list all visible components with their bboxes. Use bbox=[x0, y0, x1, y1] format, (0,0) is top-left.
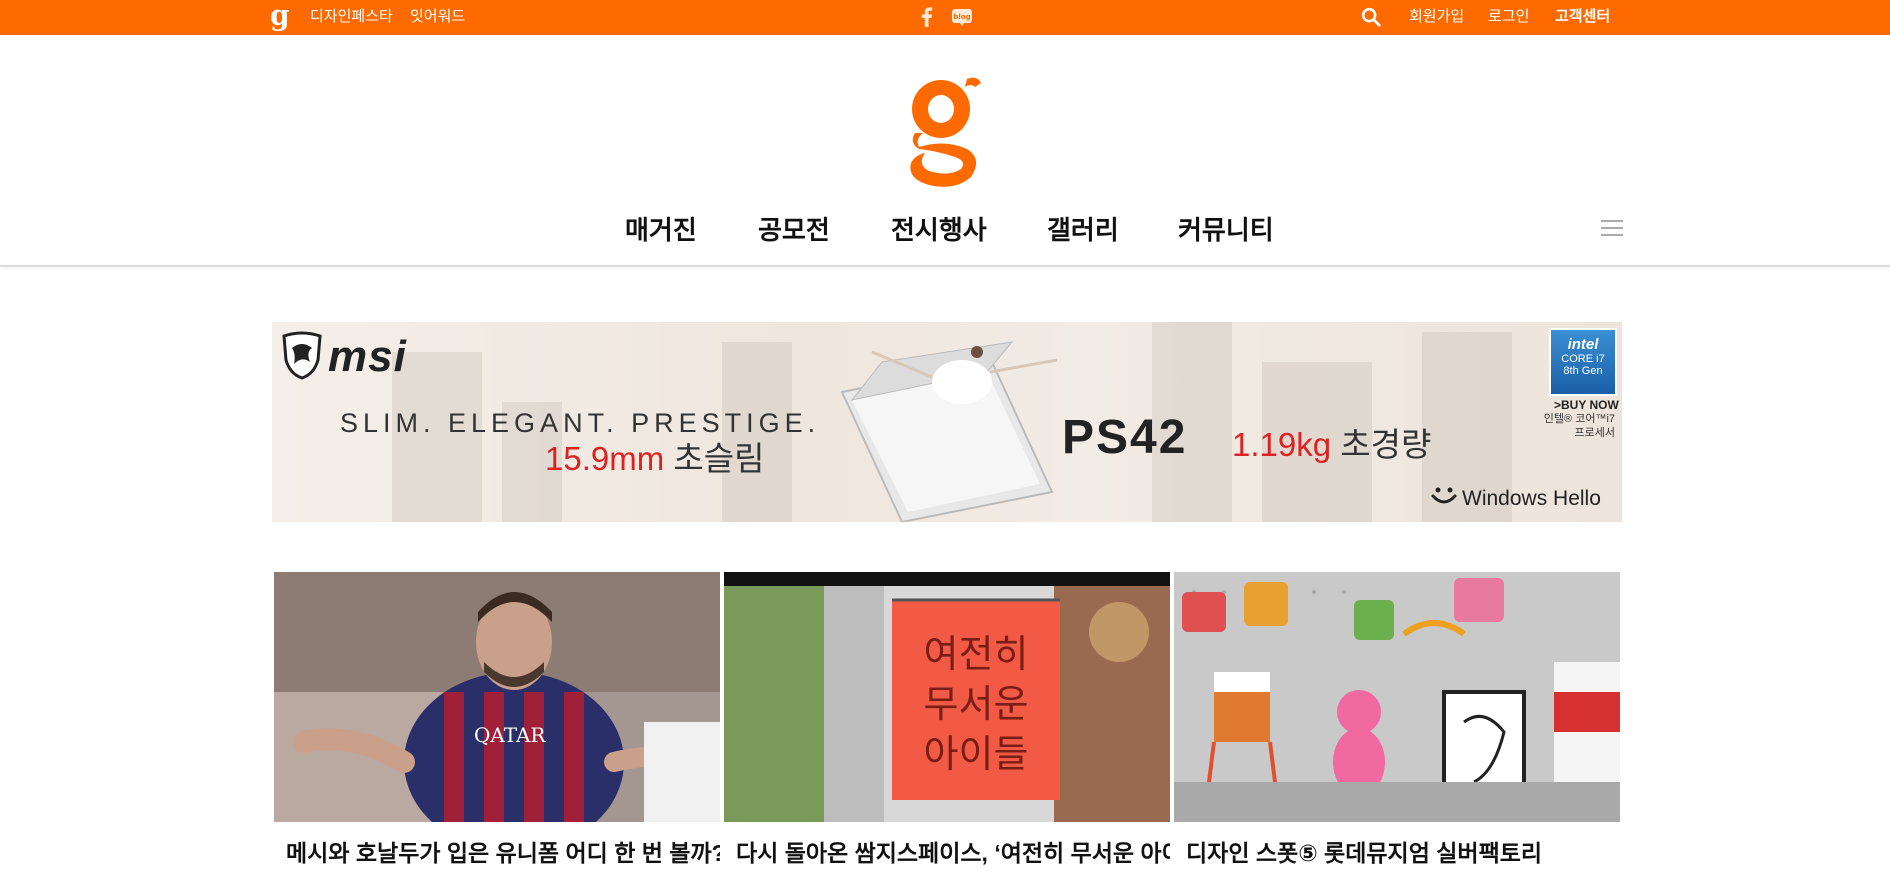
customer-center-link[interactable]: 고객센터 bbox=[1555, 0, 1610, 35]
msi-ad-banner[interactable]: msi SLIM. ELEGANT. PRESTIGE. 15.9mm 초슬림 … bbox=[272, 322, 1622, 522]
svg-text:blog: blog bbox=[953, 13, 970, 21]
facebook-icon[interactable] bbox=[915, 5, 939, 29]
article-card[interactable]: 여전히 무서운 아이들 다시 돌아온 쌈지스페이스, ‘여전히 무서운 아이 bbox=[724, 572, 1170, 866]
nav-contest[interactable]: 공모전 bbox=[758, 208, 830, 252]
search-icon[interactable] bbox=[1360, 6, 1382, 28]
sign-line-3: 아이들 bbox=[924, 732, 1029, 776]
msi-dragon-shield-icon bbox=[282, 331, 322, 380]
msi-brand: msi bbox=[328, 332, 407, 381]
banner-weight: 1.19kg 초경량 bbox=[1232, 426, 1432, 463]
signup-link[interactable]: 회원가입 bbox=[1409, 0, 1464, 35]
blog-icon[interactable]: blog bbox=[950, 5, 974, 29]
hamburger-menu-icon[interactable] bbox=[1601, 218, 1623, 238]
top-link-design-festa[interactable]: 디자인페스타 bbox=[310, 0, 393, 35]
top-bar: g 디자인페스타 잇어워드 blog 회원가입 로그인 고객센터 bbox=[0, 0, 1890, 35]
article-thumbnail[interactable]: QATAR bbox=[274, 572, 720, 822]
article-title[interactable]: 디자인 스폿⑤ 롯데뮤지엄 실버팩토리 bbox=[1186, 834, 1620, 868]
article-title[interactable]: 다시 돌아온 쌈지스페이스, ‘여전히 무서운 아이 bbox=[736, 834, 1170, 868]
article-card[interactable]: 디자인 스폿⑤ 롯데뮤지엄 실버팩토리 bbox=[1174, 572, 1620, 866]
nav-exhibition[interactable]: 전시행사 bbox=[891, 208, 987, 252]
laptop-dancer-image bbox=[840, 341, 1058, 522]
sign-line-1: 여전히 bbox=[924, 632, 1029, 676]
article-thumbnail[interactable] bbox=[1174, 572, 1620, 822]
top-link-eat-award[interactable]: 잇어워드 bbox=[410, 0, 465, 35]
main-logo[interactable] bbox=[905, 73, 985, 188]
windows-hello-label: Windows Hello bbox=[1462, 487, 1601, 510]
intel-core-badge: intel CORE i7 8th Gen bbox=[1549, 328, 1617, 396]
article-thumbnail[interactable]: 여전히 무서운 아이들 bbox=[724, 572, 1170, 822]
buy-now-link[interactable]: >BUY NOW bbox=[1554, 398, 1619, 412]
top-logo[interactable]: g bbox=[270, 2, 290, 30]
sign-line-2: 무서운 bbox=[924, 682, 1029, 726]
nav-magazine[interactable]: 매거진 bbox=[625, 208, 697, 252]
header-divider bbox=[0, 265, 1890, 267]
nav-community[interactable]: 커뮤니티 bbox=[1178, 208, 1274, 252]
windows-hello-smile-icon bbox=[1431, 487, 1457, 504]
nav-gallery[interactable]: 갤러리 bbox=[1047, 208, 1119, 252]
article-card[interactable]: QATAR 메시와 호날두가 입은 유니폼 어디 한 번 볼까? bbox=[274, 572, 720, 866]
article-title[interactable]: 메시와 호날두가 입은 유니폼 어디 한 번 볼까? bbox=[286, 834, 720, 868]
banner-model: PS42 bbox=[1062, 411, 1188, 464]
svg-text:QATAR: QATAR bbox=[474, 723, 546, 747]
banner-thickness: 15.9mm 초슬림 bbox=[545, 440, 765, 477]
login-link[interactable]: 로그인 bbox=[1488, 0, 1529, 35]
intel-processor-text: 인텔® 코어™i7 프로세서 bbox=[1543, 413, 1615, 439]
